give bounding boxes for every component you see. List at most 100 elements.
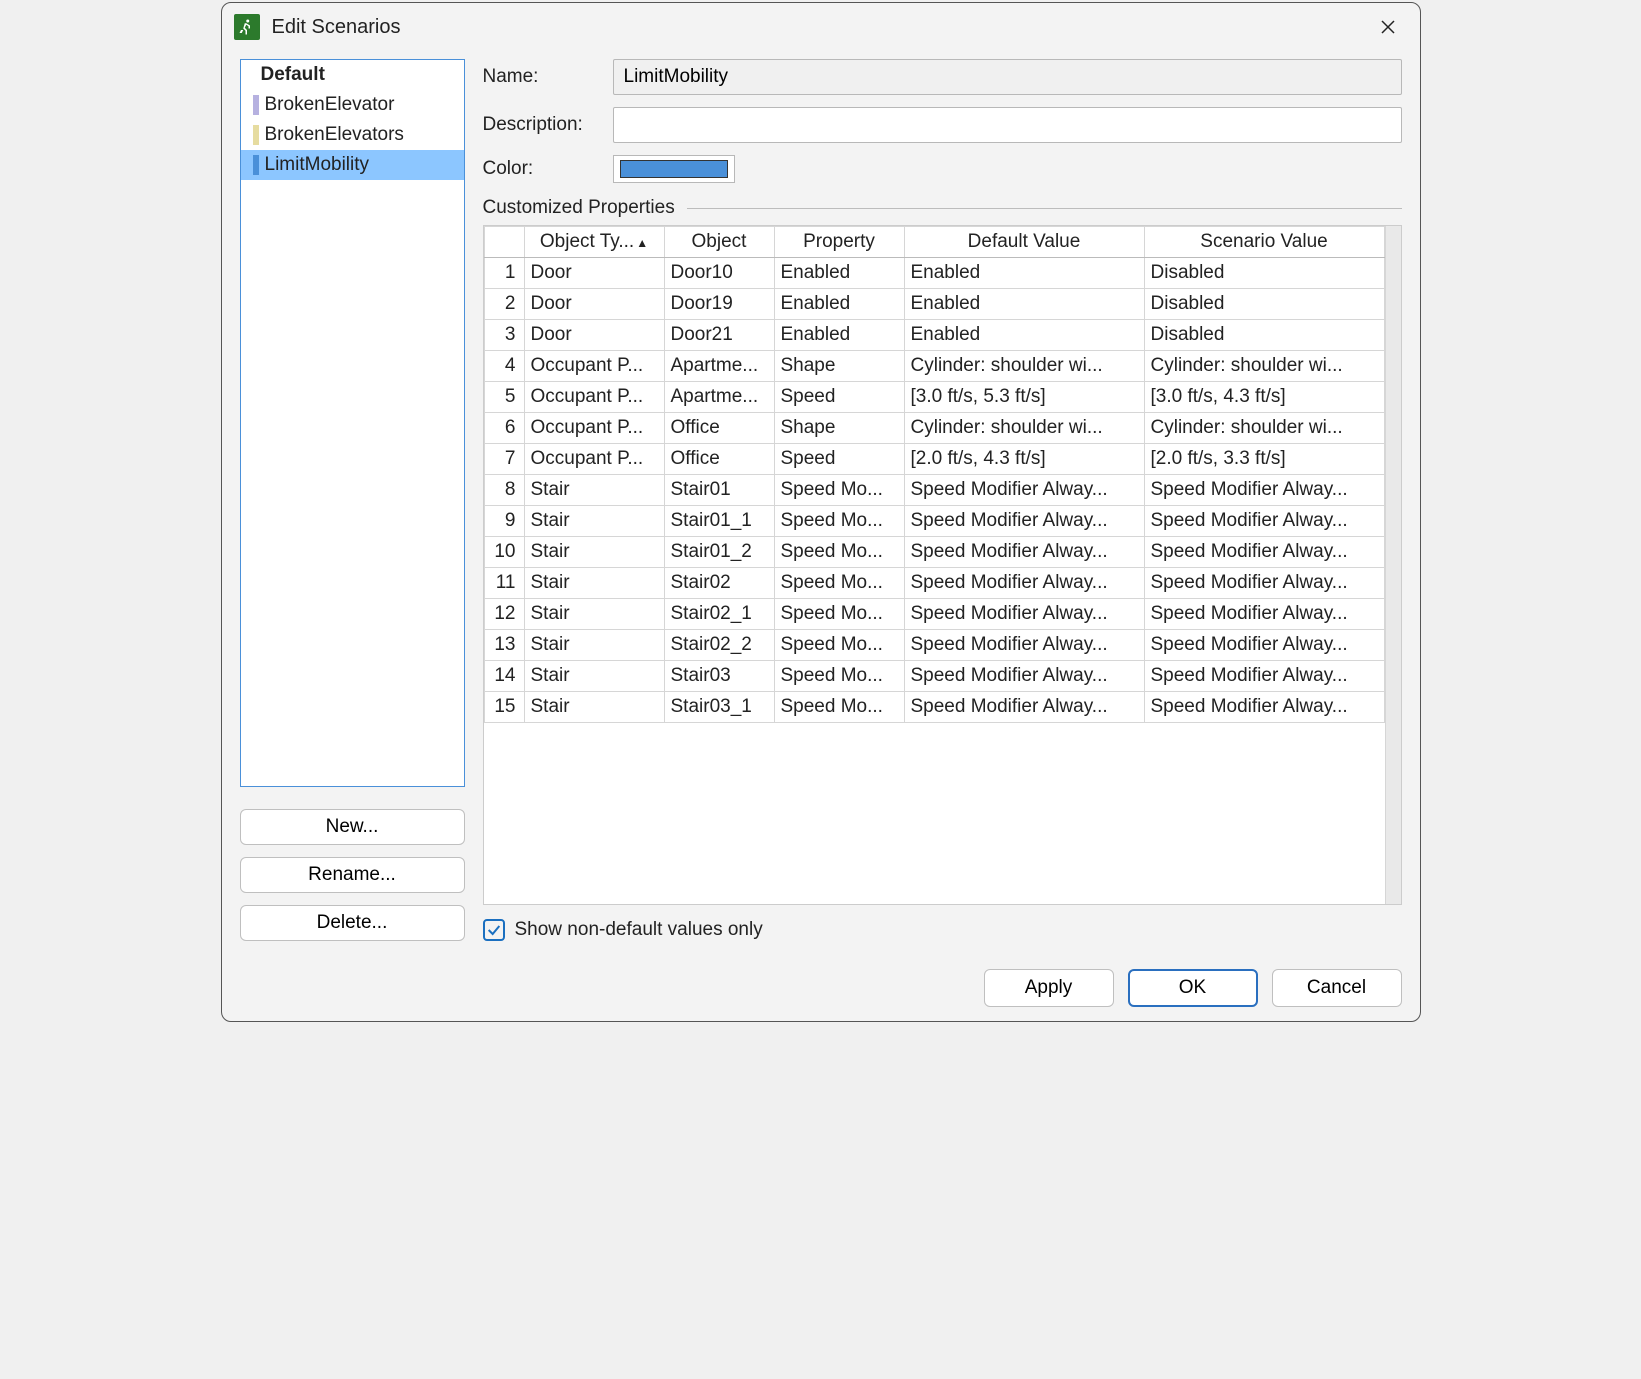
table-cell[interactable]: Speed Modifier Alway... xyxy=(904,568,1144,599)
table-row[interactable]: 6Occupant P...OfficeShapeCylinder: shoul… xyxy=(484,413,1384,444)
table-cell[interactable]: Speed Modifier Alway... xyxy=(1144,661,1384,692)
table-cell[interactable]: Speed Modifier Alway... xyxy=(1144,568,1384,599)
table-row[interactable]: 10StairStair01_2Speed Mo...Speed Modifie… xyxy=(484,537,1384,568)
table-row[interactable]: 5Occupant P...Apartme...Speed[3.0 ft/s, … xyxy=(484,382,1384,413)
table-cell[interactable]: Cylinder: shoulder wi... xyxy=(1144,351,1384,382)
table-cell[interactable]: Stair xyxy=(524,568,664,599)
table-cell[interactable]: Occupant P... xyxy=(524,382,664,413)
table-cell[interactable]: Stair02_1 xyxy=(664,599,774,630)
table-cell[interactable]: [3.0 ft/s, 5.3 ft/s] xyxy=(904,382,1144,413)
description-field[interactable] xyxy=(613,107,1402,143)
table-row[interactable]: 7Occupant P...OfficeSpeed[2.0 ft/s, 4.3 … xyxy=(484,444,1384,475)
table-row[interactable]: 13StairStair02_2Speed Mo...Speed Modifie… xyxy=(484,630,1384,661)
table-cell[interactable]: Speed Modifier Alway... xyxy=(904,661,1144,692)
scenario-item-brokenelevator[interactable]: BrokenElevator xyxy=(241,90,464,120)
table-cell[interactable]: Stair xyxy=(524,630,664,661)
table-cell[interactable]: Stair xyxy=(524,537,664,568)
table-row[interactable]: 3DoorDoor21EnabledEnabledDisabled xyxy=(484,320,1384,351)
table-cell[interactable]: Enabled xyxy=(904,289,1144,320)
column-header[interactable]: Object xyxy=(664,227,774,258)
table-cell[interactable]: Cylinder: shoulder wi... xyxy=(1144,413,1384,444)
table-row[interactable]: 2DoorDoor19EnabledEnabledDisabled xyxy=(484,289,1384,320)
properties-table[interactable]: Object Ty...▲ObjectPropertyDefault Value… xyxy=(484,226,1385,723)
cancel-button[interactable]: Cancel xyxy=(1272,969,1402,1007)
table-cell[interactable]: Speed Modifier Alway... xyxy=(1144,599,1384,630)
table-cell[interactable]: Stair02_2 xyxy=(664,630,774,661)
table-cell[interactable]: Door xyxy=(524,289,664,320)
table-row[interactable]: 15StairStair03_1Speed Mo...Speed Modifie… xyxy=(484,692,1384,723)
table-cell[interactable]: Door xyxy=(524,258,664,289)
table-cell[interactable]: Enabled xyxy=(774,320,904,351)
table-cell[interactable]: Speed Modifier Alway... xyxy=(1144,692,1384,723)
ok-button[interactable]: OK xyxy=(1128,969,1258,1007)
table-cell[interactable]: Stair03 xyxy=(664,661,774,692)
table-cell[interactable]: Occupant P... xyxy=(524,413,664,444)
header-rownum[interactable] xyxy=(484,227,524,258)
apply-button[interactable]: Apply xyxy=(984,969,1114,1007)
table-cell[interactable]: Speed Mo... xyxy=(774,599,904,630)
table-cell[interactable]: Stair xyxy=(524,506,664,537)
table-cell[interactable]: Speed Modifier Alway... xyxy=(904,692,1144,723)
table-cell[interactable]: Door xyxy=(524,320,664,351)
column-header[interactable]: Property xyxy=(774,227,904,258)
table-row[interactable]: 12StairStair02_1Speed Mo...Speed Modifie… xyxy=(484,599,1384,630)
table-cell[interactable]: Speed Mo... xyxy=(774,568,904,599)
table-cell[interactable]: Speed Mo... xyxy=(774,537,904,568)
table-cell[interactable]: Apartme... xyxy=(664,382,774,413)
table-cell[interactable]: Door10 xyxy=(664,258,774,289)
table-row[interactable]: 14StairStair03Speed Mo...Speed Modifier … xyxy=(484,661,1384,692)
table-cell[interactable]: Stair01_1 xyxy=(664,506,774,537)
table-cell[interactable]: Speed Mo... xyxy=(774,475,904,506)
table-cell[interactable]: [2.0 ft/s, 4.3 ft/s] xyxy=(904,444,1144,475)
table-cell[interactable]: Disabled xyxy=(1144,320,1384,351)
table-row[interactable]: 8StairStair01Speed Mo...Speed Modifier A… xyxy=(484,475,1384,506)
table-cell[interactable]: Cylinder: shoulder wi... xyxy=(904,351,1144,382)
table-cell[interactable]: Speed Modifier Alway... xyxy=(904,537,1144,568)
table-cell[interactable]: Door19 xyxy=(664,289,774,320)
table-cell[interactable]: Speed Modifier Alway... xyxy=(904,506,1144,537)
scenario-item-default[interactable]: Default xyxy=(241,60,464,90)
table-cell[interactable]: Stair01 xyxy=(664,475,774,506)
table-cell[interactable]: Speed Modifier Alway... xyxy=(1144,475,1384,506)
table-cell[interactable]: Occupant P... xyxy=(524,351,664,382)
table-cell[interactable]: Door21 xyxy=(664,320,774,351)
properties-table-scroll[interactable]: Object Ty...▲ObjectPropertyDefault Value… xyxy=(484,226,1385,904)
table-cell[interactable]: Office xyxy=(664,413,774,444)
table-row[interactable]: 1DoorDoor10EnabledEnabledDisabled xyxy=(484,258,1384,289)
table-cell[interactable]: Enabled xyxy=(774,289,904,320)
table-cell[interactable]: Stair01_2 xyxy=(664,537,774,568)
table-cell[interactable]: Stair xyxy=(524,661,664,692)
table-cell[interactable]: Cylinder: shoulder wi... xyxy=(904,413,1144,444)
table-cell[interactable]: Enabled xyxy=(904,258,1144,289)
color-swatch-button[interactable] xyxy=(613,155,735,183)
table-cell[interactable]: Speed Modifier Alway... xyxy=(1144,537,1384,568)
table-cell[interactable]: Office xyxy=(664,444,774,475)
table-cell[interactable]: Speed xyxy=(774,444,904,475)
table-cell[interactable]: Stair02 xyxy=(664,568,774,599)
scenario-list[interactable]: DefaultBrokenElevatorBrokenElevatorsLimi… xyxy=(240,59,465,787)
scenario-item-limitmobility[interactable]: LimitMobility xyxy=(241,150,464,180)
close-button[interactable] xyxy=(1370,9,1406,45)
table-row[interactable]: 4Occupant P...Apartme...ShapeCylinder: s… xyxy=(484,351,1384,382)
column-header[interactable]: Default Value xyxy=(904,227,1144,258)
table-row[interactable]: 11StairStair02Speed Mo...Speed Modifier … xyxy=(484,568,1384,599)
table-cell[interactable]: Occupant P... xyxy=(524,444,664,475)
table-cell[interactable]: Apartme... xyxy=(664,351,774,382)
new-button[interactable]: New... xyxy=(240,809,465,845)
column-header[interactable]: Scenario Value xyxy=(1144,227,1384,258)
table-cell[interactable]: Speed xyxy=(774,382,904,413)
table-cell[interactable]: Enabled xyxy=(904,320,1144,351)
rename-button[interactable]: Rename... xyxy=(240,857,465,893)
table-cell[interactable]: [2.0 ft/s, 3.3 ft/s] xyxy=(1144,444,1384,475)
table-cell[interactable]: Stair xyxy=(524,599,664,630)
table-cell[interactable]: Speed Mo... xyxy=(774,630,904,661)
vertical-scrollbar[interactable] xyxy=(1385,226,1401,904)
column-header[interactable]: Object Ty...▲ xyxy=(524,227,664,258)
table-cell[interactable]: Shape xyxy=(774,413,904,444)
table-cell[interactable]: Speed Modifier Alway... xyxy=(904,475,1144,506)
table-cell[interactable]: [3.0 ft/s, 4.3 ft/s] xyxy=(1144,382,1384,413)
table-cell[interactable]: Speed Mo... xyxy=(774,661,904,692)
scenario-item-brokenelevators[interactable]: BrokenElevators xyxy=(241,120,464,150)
table-cell[interactable]: Disabled xyxy=(1144,258,1384,289)
table-cell[interactable]: Speed Mo... xyxy=(774,692,904,723)
